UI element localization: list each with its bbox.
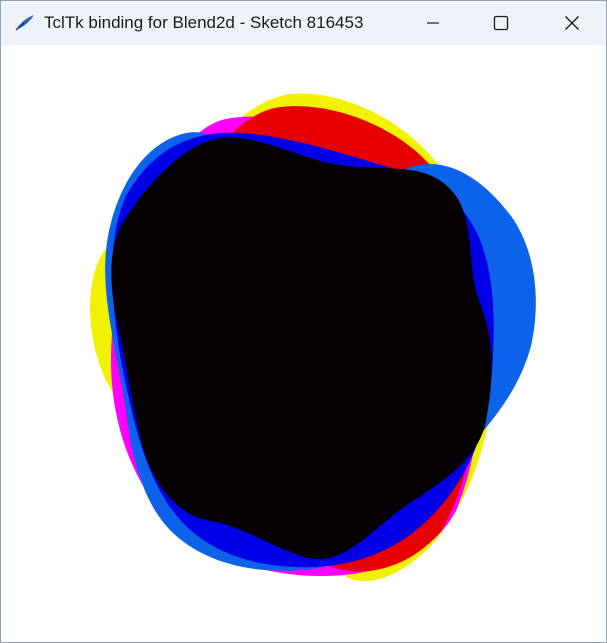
blob-drawing <box>90 93 536 582</box>
maximize-button[interactable] <box>467 1 535 45</box>
close-icon <box>565 16 579 30</box>
minimize-button[interactable] <box>399 1 467 45</box>
title-bar[interactable]: TclTk binding for Blend2d - Sketch 81645… <box>1 1 606 45</box>
feather-app-icon <box>15 15 34 31</box>
sketch-canvas[interactable] <box>1 45 606 642</box>
window-title: TclTk binding for Blend2d - Sketch 81645… <box>44 13 364 32</box>
minimize-icon <box>427 22 439 24</box>
app-window: TclTk binding for Blend2d - Sketch 81645… <box>0 0 607 643</box>
maximize-icon <box>493 15 509 31</box>
close-button[interactable] <box>538 1 606 45</box>
